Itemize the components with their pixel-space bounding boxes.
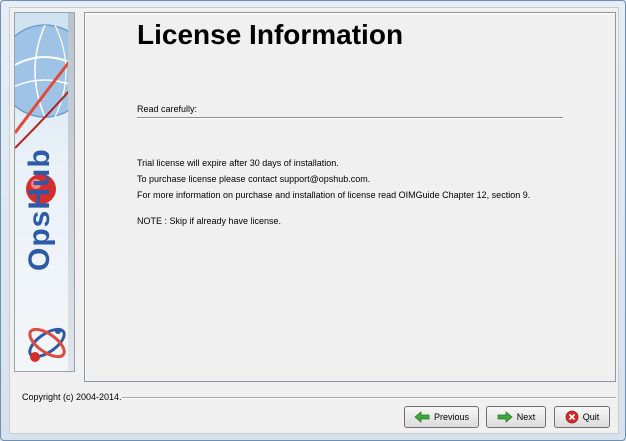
banner-edge	[68, 13, 74, 371]
note-text: NOTE : Skip if already have license.	[137, 216, 282, 226]
divider	[137, 117, 563, 119]
window-content: OpsHub License Information Read carefull…	[9, 7, 619, 434]
quit-label: Quit	[582, 412, 600, 422]
brand-logo-text: OpsHub	[23, 148, 56, 271]
arrow-right-icon	[497, 411, 513, 423]
copyright-text: Copyright (c) 2004-2014.	[22, 392, 122, 402]
page-title: License Information	[137, 19, 404, 50]
arrow-left-icon	[414, 411, 430, 423]
info-line-trial: Trial license will expire after 30 days …	[137, 158, 339, 168]
content-panel: License Information Read carefully: Tria…	[84, 12, 616, 382]
footer-divider	[122, 397, 616, 399]
installer-window: OpsHub License Information Read carefull…	[0, 0, 626, 441]
next-button[interactable]: Next	[486, 406, 546, 428]
previous-button[interactable]: Previous	[404, 406, 479, 428]
side-banner: OpsHub	[14, 12, 75, 372]
quit-button[interactable]: Quit	[554, 406, 610, 428]
info-line-guide: For more information on purchase and ins…	[137, 190, 531, 200]
close-circle-icon	[565, 410, 579, 424]
subheading: Read carefully:	[137, 104, 198, 114]
info-line-contact: To purchase license please contact suppo…	[137, 174, 371, 184]
next-label: Next	[516, 412, 536, 422]
previous-label: Previous	[433, 412, 469, 422]
